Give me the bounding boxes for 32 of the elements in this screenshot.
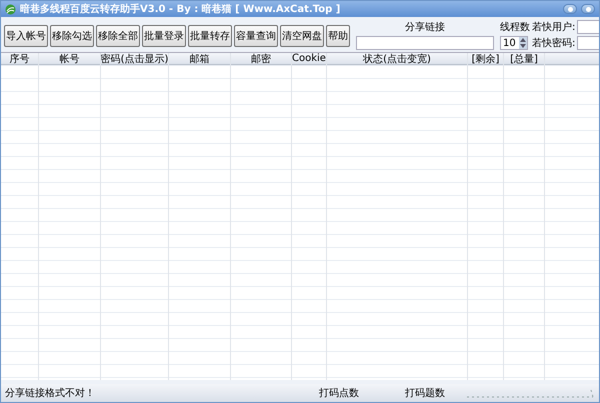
threads-spinner[interactable]: 10 — [500, 36, 528, 50]
column-header[interactable]: 序号 — [1, 53, 38, 65]
close-button[interactable] — [581, 4, 595, 14]
toolbar-button[interactable]: 移除全部 — [96, 25, 140, 47]
share-link-label: 分享链接 — [405, 20, 445, 34]
column-header[interactable]: 邮密 — [231, 53, 291, 65]
user-label: 若快用户: — [532, 20, 576, 34]
resize-grip-icon — [465, 388, 595, 398]
toolbar-button[interactable]: 帮助 — [326, 25, 350, 47]
app-icon — [5, 4, 16, 14]
column-header[interactable]: 邮箱 — [169, 53, 230, 65]
toolbar-button[interactable]: 移除勾选 — [50, 25, 94, 47]
column-header[interactable]: 密码(点击显示) — [101, 53, 168, 65]
window-title: 暗巷多线程百度云转存助手V3.0 - By : 暗巷猫 [ Www.AxCat.Top ] — [20, 2, 342, 16]
status-text: 分享链接格式不对！ — [5, 386, 96, 400]
column-header — [545, 53, 599, 65]
password-label: 若快密码: — [532, 36, 576, 50]
threads-label: 线程数 — [500, 20, 530, 34]
status-text: 打码点数 — [319, 386, 360, 400]
column-header[interactable]: [剩余] — [468, 53, 503, 65]
status-text: 打码题数 — [405, 386, 446, 400]
toolbar-button[interactable]: 批量转存 — [188, 25, 232, 47]
share-link-field[interactable] — [356, 36, 494, 50]
toolbar-button[interactable]: 导入帐号 — [4, 25, 48, 47]
toolbar-button[interactable]: 容量查询 — [234, 25, 278, 47]
column-header[interactable]: 状态(点击变宽) — [327, 53, 467, 65]
column-header[interactable]: Cookie — [292, 53, 326, 65]
column-header[interactable]: [总量] — [504, 53, 544, 65]
toolbar-button[interactable]: 清空网盘 — [280, 25, 324, 47]
toolbar-button[interactable]: 批量登录 — [142, 25, 186, 47]
column-header[interactable]: 帐号 — [39, 53, 100, 65]
minimize-button[interactable] — [563, 4, 577, 14]
